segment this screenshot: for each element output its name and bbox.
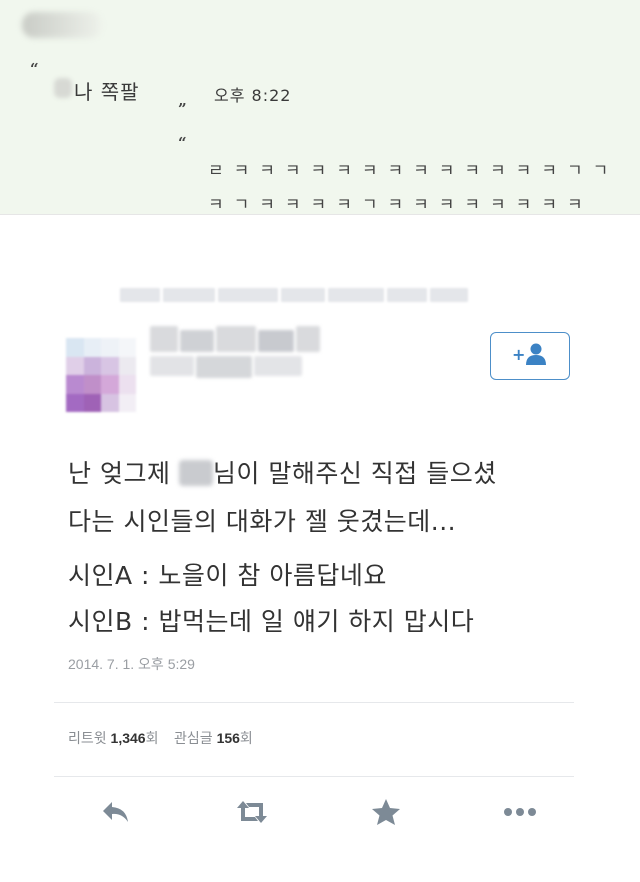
divider-1 [54,702,574,703]
more-icon [504,808,536,816]
avatar[interactable] [66,338,136,412]
reply-button[interactable] [96,792,136,832]
open-quote-mark: “ [30,60,39,78]
favorite-unit: 회 [239,730,253,746]
retweet-button[interactable] [232,792,272,832]
separator [0,214,640,245]
divider-2 [54,776,574,777]
star-icon [372,799,400,825]
tweet-timestamp[interactable]: 2014. 7. 1. 오후 5:29 [68,654,195,674]
retweet-unit: 회 [145,730,159,746]
blurred-signature [22,12,102,38]
tweet-line-1-part-b: 님이 말해주신 직접 들으셨 [212,459,497,488]
retweet-icon [237,801,267,823]
follow-button[interactable]: + [490,332,570,380]
tweet-line-4: 시인B : 밥먹는데 일 얘기 하지 맙시다 [68,607,475,636]
favorite-label: 관심글 [174,730,213,746]
favorite-count: 156 [216,730,240,746]
tweet-line-1-part-a: 난 엊그제 [68,459,179,488]
favorite-button[interactable] [366,792,406,832]
retweet-stat[interactable]: 리트윗 1,346회 [68,730,158,746]
note-line-1: 나 쪽팔 [74,80,140,104]
blurred-header [120,288,468,302]
svg-text:+: + [512,345,525,364]
tweet-line-2: 다는 시인들의 대화가 젤 웃겼는데... [68,507,457,536]
blurred-name [54,78,72,98]
tweet-card: + 난 엊그제 님이 말해주신 직접 들으셨 다는 시인들의 대화가 젤 웃겼는… [0,244,640,882]
tweet-line-1: 난 엊그제 님이 말해주신 직접 들으셨 [68,454,497,490]
more-button[interactable] [500,792,540,832]
close-quote-mark: ” [178,100,187,118]
note-time: 오후 8:22 [214,86,292,105]
open-quote-mark-2: “ [178,134,187,152]
blurred-username [150,326,320,386]
retweet-count: 1,346 [110,730,146,746]
censored-name [178,460,213,486]
note-row-1: ㄹㅋㅋㅋㅋㅋㅋㅋㅋㅋㅋㅋㅋㅋㄱㄱ [208,161,619,181]
favorite-stat[interactable]: 관심글 156회 [174,730,253,746]
tweet-stats: 리트윗 1,346회 관심글 156회 [68,728,253,748]
tweet-line-3: 시인A : 노을이 참 아름답네요 [68,561,387,590]
reply-icon [103,802,128,822]
add-user-icon: + [510,341,550,371]
handwritten-note: “ 나 쪽팔 오후 8:22 ” “ ㄹㅋㅋㅋㅋㅋㅋㅋㅋㅋㅋㅋㅋㅋㄱㄱ ㅋㄱㅋㅋ… [0,0,640,215]
note-row-2: ㅋㄱㅋㅋㅋㅋㄱㅋㅋㅋㅋㅋㅋㅋㅋ [208,195,593,215]
retweet-label: 리트윗 [68,730,107,746]
tweet-action-bar [0,792,640,840]
